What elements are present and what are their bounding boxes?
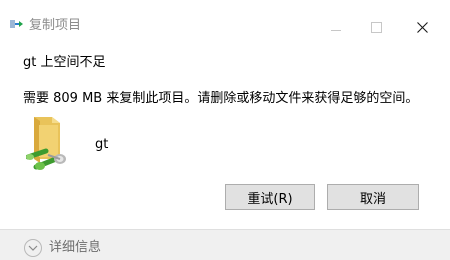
title-bar: 复制项目: [0, 0, 450, 33]
network-folder-icon: [26, 117, 66, 170]
chevron-down-icon: [24, 239, 42, 257]
dialog-message: 需要 809 MB 来复制此项目。请删除或移动文件来获得足够的空间。: [23, 91, 419, 106]
maximize-icon: [370, 21, 382, 33]
dialog-heading: gt 上空间不足: [23, 55, 106, 70]
item-name: gt: [95, 137, 109, 152]
window-title: 复制项目: [29, 18, 82, 33]
cancel-button[interactable]: 取消: [327, 184, 419, 210]
minimize-icon: [331, 29, 341, 31]
close-button[interactable]: [400, 12, 444, 42]
copy-arrow-icon: [10, 20, 23, 28]
details-label: 详细信息: [49, 240, 102, 255]
close-icon: [416, 21, 428, 33]
retry-button[interactable]: 重试(R): [225, 184, 315, 210]
details-toggle[interactable]: 详细信息: [24, 239, 101, 257]
maximize-button[interactable]: [354, 12, 398, 42]
dialog-footer: 详细信息: [0, 229, 450, 260]
minimize-button[interactable]: [314, 12, 358, 42]
